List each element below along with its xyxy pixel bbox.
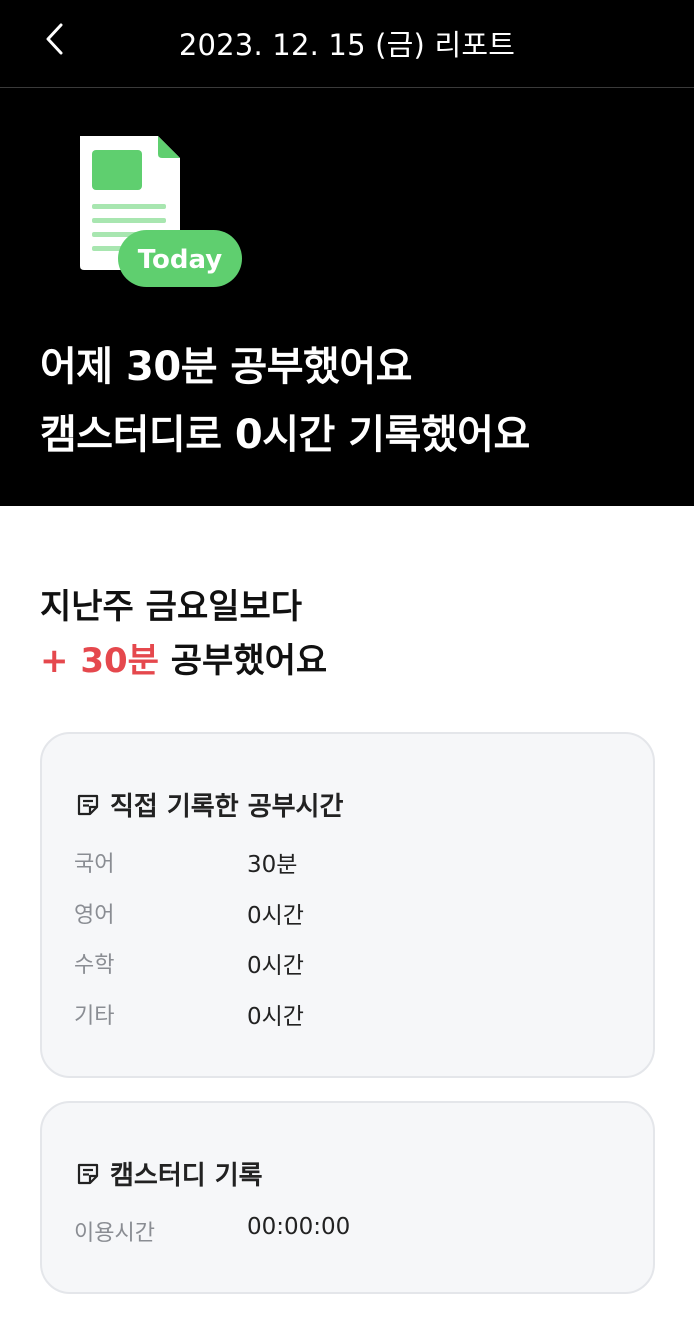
card-title: 직접 기록한 공부시간 xyxy=(110,792,344,822)
time-diff: + 30분 xyxy=(40,641,159,681)
hero-camstudy-summary: 캠스터디로 0시간 기록했어요 xyxy=(40,412,530,458)
hero-section: Today 어제 30분 공부했어요 캠스터디로 0시간 기록했어요 xyxy=(0,88,694,506)
usage-row: 이용시간 00:00:00 xyxy=(74,1214,594,1251)
camstudy-record-card: 캠스터디 기록 이용시간 00:00:00 xyxy=(40,1101,655,1294)
subject-row: 영어 0시간 xyxy=(74,897,594,933)
subject-time: 0시간 xyxy=(247,953,304,979)
note-icon xyxy=(77,794,99,815)
subject-row: 수학 0시간 xyxy=(74,947,594,983)
card-title: 캠스터디 기록 xyxy=(110,1161,263,1191)
subject-label: 수학 xyxy=(74,953,115,978)
subject-time: 0시간 xyxy=(247,1004,304,1030)
subject-label: 기타 xyxy=(74,1004,115,1029)
card-header: 캠스터디 기록 xyxy=(76,1155,263,1192)
subject-time: 30분 xyxy=(247,852,298,878)
usage-time: 00:00:00 xyxy=(247,1214,351,1240)
comparison-line1: 지난주 금요일보다 xyxy=(40,587,303,627)
comparison-line2: + 30분 공부했어요 xyxy=(40,634,327,688)
comparison-text: 지난주 금요일보다 + 30분 공부했어요 xyxy=(40,580,327,688)
subject-time: 0시간 xyxy=(247,903,304,929)
subject-row: 국어 30분 xyxy=(74,846,594,882)
report-document-icon: Today xyxy=(80,136,242,287)
subject-label: 국어 xyxy=(74,852,115,877)
note-icon xyxy=(77,1163,99,1184)
card-header: 직접 기록한 공부시간 xyxy=(76,786,343,823)
hero-study-summary: 어제 30분 공부했어요 xyxy=(40,344,412,390)
today-badge: Today xyxy=(138,245,223,275)
usage-label: 이용시간 xyxy=(74,1221,155,1246)
subject-label: 영어 xyxy=(74,903,115,928)
manual-record-card: 직접 기록한 공부시간 국어 30분 영어 0시간 수학 0시간 기타 0시간 xyxy=(40,732,655,1078)
page-title: 2023. 12. 15 (금) 리포트 xyxy=(178,28,516,62)
app-header: 2023. 12. 15 (금) 리포트 xyxy=(0,0,694,88)
comparison-suffix: 공부했어요 xyxy=(158,641,328,681)
subject-row: 기타 0시간 xyxy=(74,998,594,1034)
